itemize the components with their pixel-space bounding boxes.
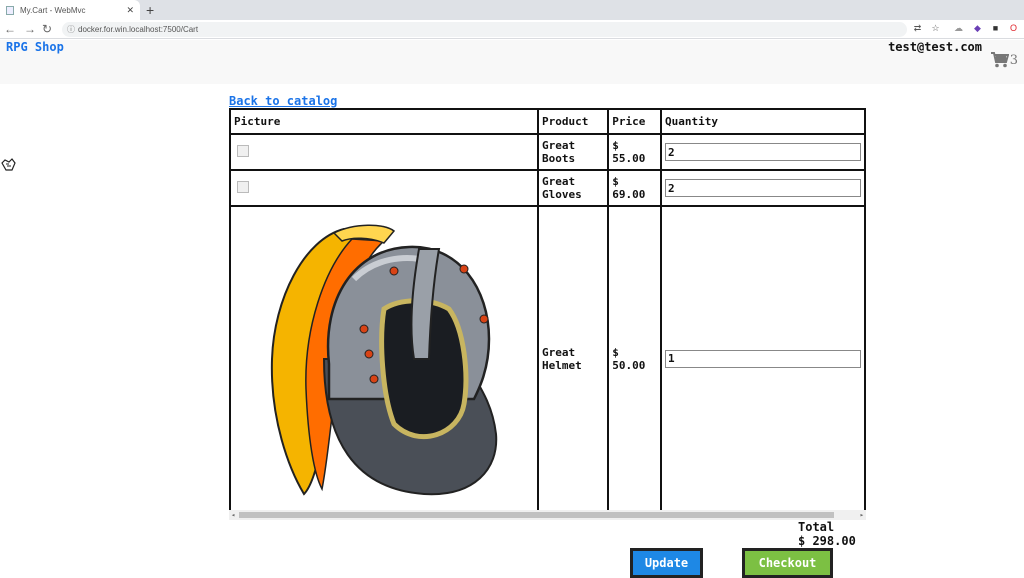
product-price: $ 69.00	[607, 169, 662, 207]
total-value: $ 298.00	[798, 534, 856, 548]
table-header-row: Picture Product Price Quantity	[229, 108, 866, 135]
quantity-input[interactable]	[665, 349, 861, 368]
address-bar-url: docker.for.win.localhost:7500/Cart	[78, 25, 199, 34]
back-to-catalog-link[interactable]: Back to catalog	[229, 94, 337, 108]
extension-box-icon[interactable]: ■	[990, 23, 1001, 34]
site-info-icon[interactable]: ⓘ	[67, 22, 75, 37]
picture-cell	[229, 205, 539, 512]
table-row: Great Boots $ 55.00	[229, 133, 866, 171]
product-price: $ 50.00	[607, 205, 662, 512]
product-name: Great Boots	[536, 133, 610, 171]
translate-icon[interactable]: ⇄	[912, 23, 923, 34]
quantity-cell	[660, 133, 866, 171]
cart-icon	[990, 52, 1009, 68]
total-label: Total	[798, 520, 835, 534]
scroll-left-icon[interactable]: ◂	[231, 510, 235, 520]
broken-image-icon	[237, 144, 249, 157]
update-button[interactable]: Update	[630, 548, 703, 578]
scrollbar-thumb[interactable]	[239, 512, 834, 518]
browser-toolbar: ← → ↻ ⓘ docker.for.win.localhost:7500/Ca…	[0, 20, 1024, 39]
hand-cursor-icon	[1, 158, 16, 171]
user-email[interactable]: test@test.com	[888, 40, 982, 54]
table-row: Great Gloves $ 69.00	[229, 169, 866, 207]
browser-tab[interactable]: My.Cart - WebMvc ✕	[0, 0, 140, 20]
tab-title: My.Cart - WebMvc	[20, 5, 86, 15]
picture-cell	[229, 133, 539, 171]
address-bar[interactable]: ⓘ docker.for.win.localhost:7500/Cart	[62, 22, 907, 37]
horizontal-scrollbar[interactable]: ◂ ▸	[229, 510, 866, 520]
quantity-input[interactable]	[665, 143, 861, 161]
quantity-cell	[660, 169, 866, 207]
helmet-image	[270, 224, 498, 496]
bookmark-star-icon[interactable]: ☆	[930, 23, 941, 34]
picture-cell	[229, 169, 539, 207]
app-header: RPG Shop test@test.com 3	[0, 40, 1024, 84]
cart-link[interactable]: 3	[990, 52, 1018, 68]
forward-arrow-icon[interactable]: →	[24, 22, 36, 36]
scroll-right-icon[interactable]: ▸	[860, 510, 864, 520]
new-tab-icon[interactable]: +	[146, 2, 154, 18]
cart-count: 3	[1009, 53, 1018, 68]
column-header-picture: Picture	[229, 108, 539, 135]
column-header-product: Product	[536, 108, 610, 135]
extension-icon[interactable]: ◆	[972, 23, 983, 34]
column-header-quantity: Quantity	[660, 108, 866, 135]
broken-image-icon	[237, 180, 249, 193]
reload-icon[interactable]: ↻	[42, 22, 52, 36]
cart-table: Picture Product Price Quantity Great Boo…	[229, 108, 866, 512]
product-price: $ 55.00	[607, 133, 662, 171]
page-favicon-icon	[6, 5, 14, 15]
opera-icon[interactable]: O	[1008, 23, 1019, 34]
checkout-button[interactable]: Checkout	[742, 548, 833, 578]
tab-close-icon[interactable]: ✕	[126, 5, 134, 16]
product-name: Great Gloves	[536, 169, 610, 207]
back-arrow-icon[interactable]: ←	[4, 22, 16, 36]
cloud-extension-icon[interactable]: ☁	[953, 23, 964, 34]
quantity-input[interactable]	[665, 179, 861, 197]
column-header-price: Price	[607, 108, 662, 135]
browser-tabstrip: My.Cart - WebMvc ✕ +	[0, 0, 1024, 20]
table-row: Great Helmet $ 50.00	[229, 205, 866, 512]
product-name: Great Helmet	[536, 205, 610, 512]
quantity-cell	[660, 205, 866, 512]
brand-link[interactable]: RPG Shop	[6, 40, 64, 54]
